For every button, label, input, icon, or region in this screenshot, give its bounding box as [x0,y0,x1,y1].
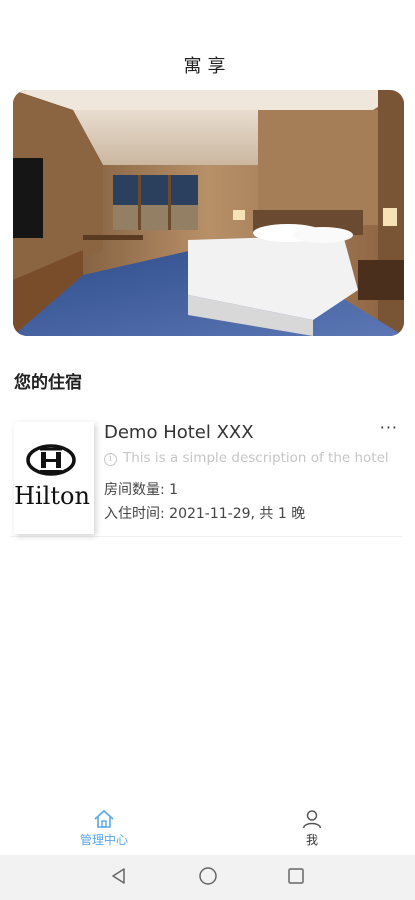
room-count: 房间数量: 1 [104,482,179,498]
home-icon [94,809,114,828]
hotel-name: Demo Hotel XXX [104,422,254,443]
section-title: 您的住宿 [14,373,82,393]
recents-icon[interactable] [287,867,305,885]
hotel-description: i This is a simple description of the hot… [104,450,404,466]
user-icon [302,810,322,829]
info-icon: i [104,453,117,466]
hero-image [13,90,404,336]
tab-management-label: 管理中心 [79,833,128,847]
back-icon[interactable] [110,867,128,885]
hotel-description-text: This is a simple description of the hote… [123,450,389,466]
more-options-button[interactable]: ··· [380,418,398,437]
page-title: 寓享 [183,56,232,77]
tab-me[interactable]: 我 [252,805,372,855]
tab-me-label: 我 [305,833,318,847]
system-navigation-bar [0,855,415,900]
tab-management[interactable]: 管理中心 [44,805,164,855]
home-circle-icon[interactable] [198,867,218,885]
stay-card[interactable]: Hilton Demo Hotel XXX ··· i This is a sim… [10,412,402,537]
svg-text:Hilton: Hilton [14,482,90,510]
bottom-tab-bar: 管理中心 我 [0,805,415,855]
hotel-logo: Hilton [14,422,94,534]
checkin-date: 入住时间: 2021-11-29, 共 1 晚 [104,506,306,522]
